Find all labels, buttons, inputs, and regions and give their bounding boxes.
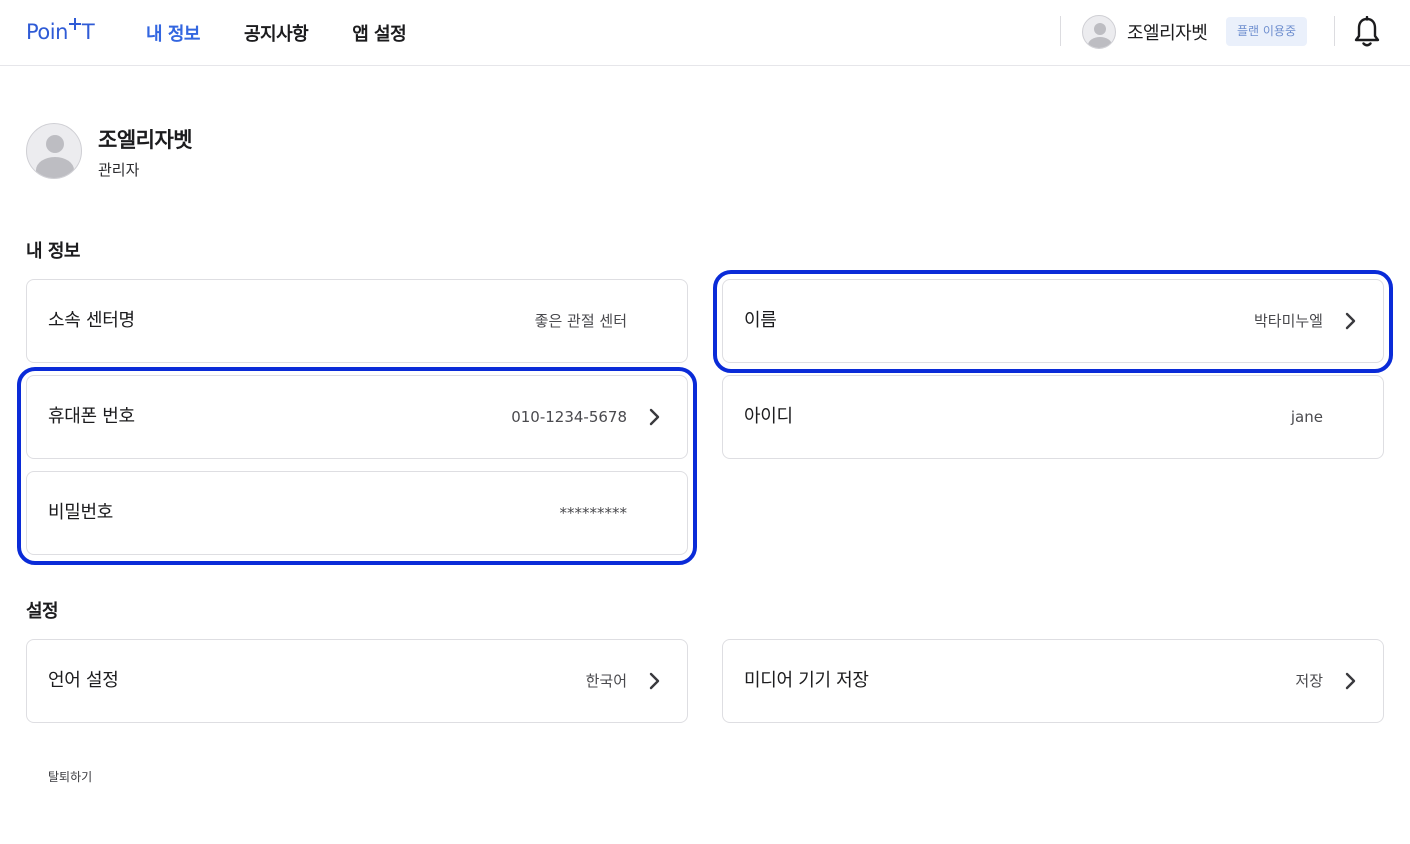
user-id-label: 아이디 xyxy=(744,406,793,427)
section-title-settings: 설정 xyxy=(26,601,59,622)
person-icon xyxy=(1094,23,1106,35)
center-name-value: 좋은 관절 센터 xyxy=(534,312,627,330)
phone-number-label: 휴대폰 번호 xyxy=(48,406,135,427)
nav-notices[interactable]: 공지사항 xyxy=(244,20,309,46)
nav-my-info[interactable]: 내 정보 xyxy=(146,20,200,46)
bell-icon[interactable] xyxy=(1353,16,1381,48)
password-value: ********* xyxy=(559,504,628,522)
card-user-id: 아이디 jane xyxy=(722,375,1384,459)
logo-text-right: T xyxy=(81,20,95,44)
user-id-value: jane xyxy=(1290,408,1323,426)
card-media-storage[interactable]: 미디어 기기 저장 저장 xyxy=(722,639,1384,723)
card-password: 비밀번호 ********* xyxy=(26,471,688,555)
plan-status-badge: 플랜 이용중 xyxy=(1226,17,1308,46)
language-setting-label: 언어 설정 xyxy=(48,670,119,691)
name-value: 박타미누엘 xyxy=(1253,312,1323,330)
header-avatar[interactable] xyxy=(1082,15,1116,49)
pointt-logo[interactable]: Poin T xyxy=(26,18,95,46)
center-name-label: 소속 센터명 xyxy=(48,310,135,331)
card-name[interactable]: 이름 박타미누엘 xyxy=(722,279,1384,363)
profile-name: 조엘리자벳 xyxy=(98,128,193,152)
top-header: Poin T 내 정보 공지사항 앱 설정 조엘리자벳 플랜 이용중 xyxy=(0,0,1410,66)
phone-number-value: 010-1234-5678 xyxy=(511,408,627,426)
main-nav: 내 정보 공지사항 앱 설정 xyxy=(146,0,450,66)
password-label: 비밀번호 xyxy=(48,502,114,523)
person-icon-body xyxy=(1088,37,1112,48)
chevron-right-icon xyxy=(649,408,660,426)
card-phone-number[interactable]: 휴대폰 번호 010-1234-5678 xyxy=(26,375,688,459)
chevron-right-icon xyxy=(1345,312,1356,330)
media-storage-label: 미디어 기기 저장 xyxy=(744,670,869,691)
person-icon-body xyxy=(36,157,74,178)
logo-plus-mark xyxy=(68,18,82,42)
nav-app-settings[interactable]: 앱 설정 xyxy=(352,20,406,46)
logo-text-left: Poin xyxy=(26,20,68,44)
header-divider xyxy=(1060,16,1061,46)
media-storage-value: 저장 xyxy=(1295,672,1323,690)
profile-avatar[interactable] xyxy=(26,123,82,179)
card-center-name: 소속 센터명 좋은 관절 센터 xyxy=(26,279,688,363)
chevron-right-icon xyxy=(1345,672,1356,690)
person-icon xyxy=(46,135,64,153)
withdraw-link[interactable]: 탈퇴하기 xyxy=(48,768,92,785)
section-title-my-info: 내 정보 xyxy=(26,241,80,262)
profile-role: 관리자 xyxy=(98,161,140,179)
language-setting-value: 한국어 xyxy=(585,672,627,690)
name-label: 이름 xyxy=(744,310,777,331)
chevron-right-icon xyxy=(649,672,660,690)
header-divider xyxy=(1334,16,1335,46)
card-language-setting[interactable]: 언어 설정 한국어 xyxy=(26,639,688,723)
header-user-name[interactable]: 조엘리자벳 xyxy=(1127,19,1208,45)
